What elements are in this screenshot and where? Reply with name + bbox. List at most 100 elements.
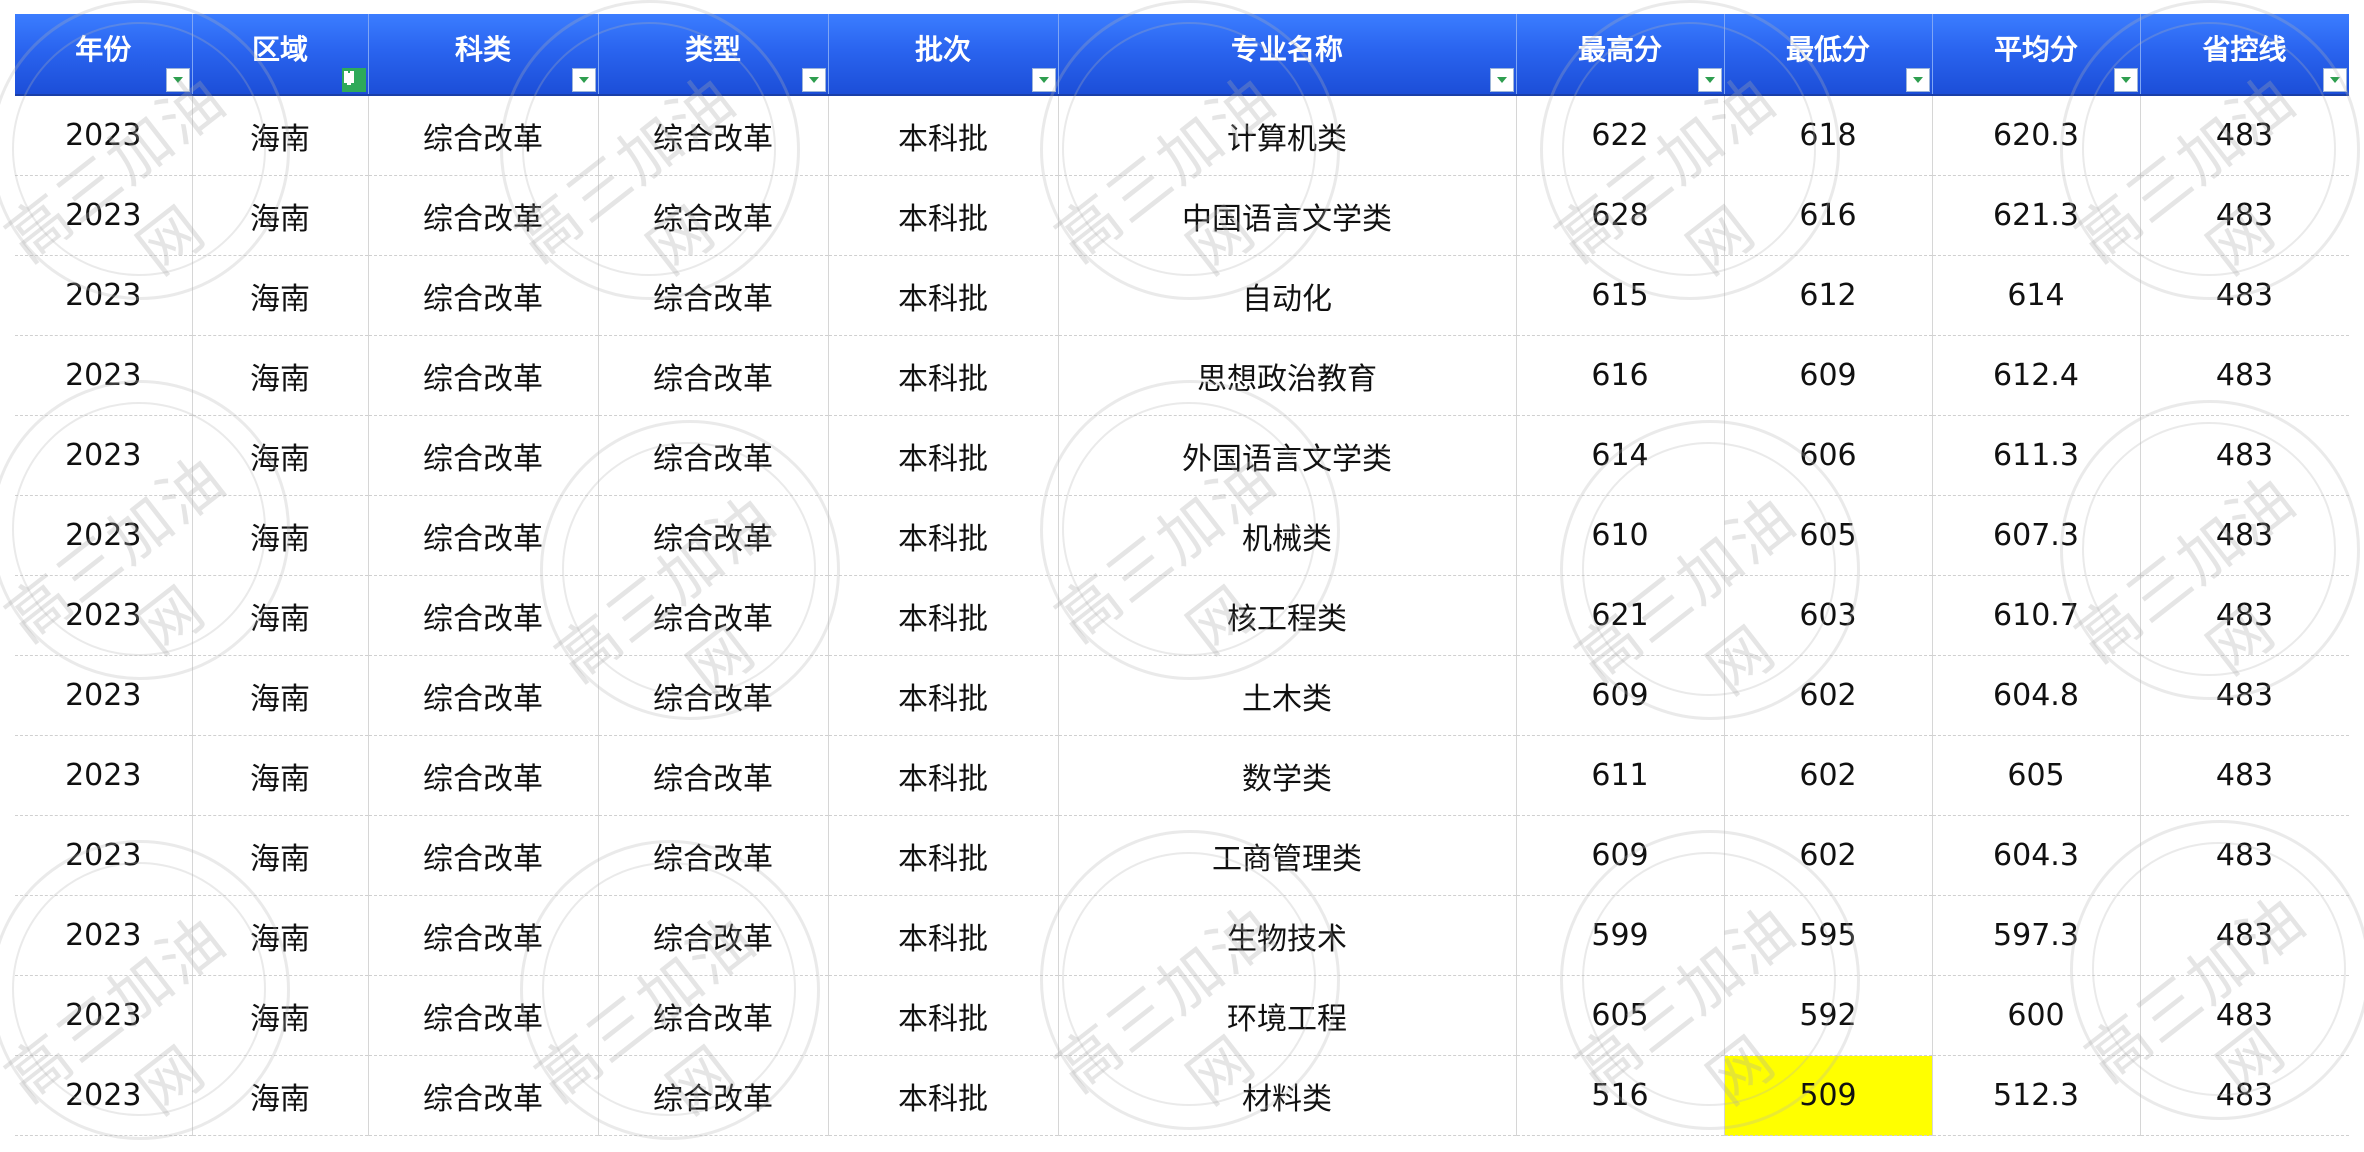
table-cell[interactable]: 海南	[192, 175, 369, 256]
table-cell[interactable]: 海南	[192, 735, 369, 816]
table-cell[interactable]: 483	[2140, 815, 2349, 896]
table-cell[interactable]: 综合改革	[598, 735, 829, 816]
table-cell[interactable]: 本科批	[828, 1055, 1059, 1136]
table-cell[interactable]: 2023	[15, 655, 193, 736]
table-cell[interactable]: 综合改革	[598, 495, 829, 576]
table-cell[interactable]: 2023	[15, 895, 193, 976]
table-cell[interactable]: 综合改革	[368, 495, 599, 576]
table-cell[interactable]: 综合改革	[598, 815, 829, 896]
table-cell[interactable]: 605	[1516, 975, 1725, 1056]
table-cell[interactable]: 本科批	[828, 975, 1059, 1056]
table-cell[interactable]: 本科批	[828, 495, 1059, 576]
table-cell[interactable]: 614	[1932, 255, 2141, 336]
table-cell[interactable]: 602	[1724, 655, 1933, 736]
filter-dropdown-icon[interactable]	[2322, 68, 2347, 92]
table-cell[interactable]: 综合改革	[598, 335, 829, 416]
table-cell[interactable]: 621	[1516, 575, 1725, 656]
table-cell[interactable]: 483	[2140, 175, 2349, 256]
table-cell[interactable]: 综合改革	[368, 655, 599, 736]
table-cell[interactable]: 615	[1516, 255, 1725, 336]
table-cell[interactable]: 海南	[192, 495, 369, 576]
table-cell[interactable]: 607.3	[1932, 495, 2141, 576]
table-cell[interactable]: 483	[2140, 1055, 2349, 1136]
table-cell[interactable]: 海南	[192, 335, 369, 416]
table-cell[interactable]: 609	[1724, 335, 1933, 416]
column-header-avg-score[interactable]: 平均分	[1932, 14, 2141, 96]
table-cell[interactable]: 综合改革	[368, 575, 599, 656]
filter-dropdown-icon[interactable]	[1905, 68, 1930, 92]
table-cell[interactable]: 环境工程	[1058, 975, 1517, 1056]
column-header-control-line[interactable]: 省控线	[2140, 14, 2349, 96]
table-cell[interactable]: 材料类	[1058, 1055, 1517, 1136]
table-cell[interactable]: 600	[1932, 975, 2141, 1056]
table-cell[interactable]: 本科批	[828, 255, 1059, 336]
table-cell[interactable]: 614	[1516, 415, 1725, 496]
table-cell[interactable]: 2023	[15, 335, 193, 416]
table-cell[interactable]: 本科批	[828, 415, 1059, 496]
table-cell[interactable]: 工商管理类	[1058, 815, 1517, 896]
table-cell[interactable]: 616	[1724, 175, 1933, 256]
table-cell[interactable]: 思想政治教育	[1058, 335, 1517, 416]
table-cell[interactable]: 本科批	[828, 335, 1059, 416]
table-cell[interactable]: 2023	[15, 255, 193, 336]
table-cell[interactable]: 海南	[192, 95, 369, 176]
table-cell[interactable]: 本科批	[828, 895, 1059, 976]
table-cell[interactable]: 606	[1724, 415, 1933, 496]
table-cell[interactable]: 616	[1516, 335, 1725, 416]
table-cell[interactable]: 本科批	[828, 95, 1059, 176]
table-cell[interactable]: 综合改革	[368, 975, 599, 1056]
table-cell[interactable]: 综合改革	[598, 975, 829, 1056]
table-cell[interactable]: 2023	[15, 175, 193, 256]
column-header-type[interactable]: 类型	[598, 14, 829, 96]
table-cell[interactable]: 620.3	[1932, 95, 2141, 176]
table-cell[interactable]: 512.3	[1932, 1055, 2141, 1136]
table-cell[interactable]: 612	[1724, 255, 1933, 336]
table-cell[interactable]: 612.4	[1932, 335, 2141, 416]
table-cell[interactable]: 2023	[15, 495, 193, 576]
table-cell[interactable]: 2023	[15, 1055, 193, 1136]
table-cell[interactable]: 外国语言文学类	[1058, 415, 1517, 496]
column-header-subject[interactable]: 科类	[368, 14, 599, 96]
table-cell[interactable]: 本科批	[828, 575, 1059, 656]
filter-active-icon[interactable]	[341, 68, 366, 92]
filter-dropdown-icon[interactable]	[1489, 68, 1514, 92]
table-cell[interactable]: 综合改革	[368, 415, 599, 496]
column-header-region[interactable]: 区域	[192, 14, 369, 96]
filter-dropdown-icon[interactable]	[801, 68, 826, 92]
filter-dropdown-icon[interactable]	[571, 68, 596, 92]
table-cell[interactable]: 综合改革	[368, 95, 599, 176]
table-cell[interactable]: 610.7	[1932, 575, 2141, 656]
table-cell[interactable]: 628	[1516, 175, 1725, 256]
filter-dropdown-icon[interactable]	[2113, 68, 2138, 92]
table-cell[interactable]: 592	[1724, 975, 1933, 1056]
table-cell[interactable]: 611.3	[1932, 415, 2141, 496]
table-cell[interactable]: 土木类	[1058, 655, 1517, 736]
table-cell[interactable]: 605	[1724, 495, 1933, 576]
highlighted-cell[interactable]: 509	[1724, 1055, 1933, 1136]
table-cell[interactable]: 综合改革	[598, 1055, 829, 1136]
table-cell[interactable]: 综合改革	[598, 255, 829, 336]
table-cell[interactable]: 483	[2140, 655, 2349, 736]
table-cell[interactable]: 602	[1724, 735, 1933, 816]
table-cell[interactable]: 609	[1516, 815, 1725, 896]
table-cell[interactable]: 海南	[192, 415, 369, 496]
column-header-max-score[interactable]: 最高分	[1516, 14, 1725, 96]
table-cell[interactable]: 本科批	[828, 655, 1059, 736]
table-cell[interactable]: 综合改革	[598, 895, 829, 976]
table-cell[interactable]: 483	[2140, 255, 2349, 336]
table-cell[interactable]: 海南	[192, 815, 369, 896]
table-cell[interactable]: 综合改革	[368, 735, 599, 816]
table-cell[interactable]: 综合改革	[598, 95, 829, 176]
table-cell[interactable]: 本科批	[828, 815, 1059, 896]
table-cell[interactable]: 602	[1724, 815, 1933, 896]
table-cell[interactable]: 2023	[15, 95, 193, 176]
table-cell[interactable]: 综合改革	[368, 895, 599, 976]
column-header-min-score[interactable]: 最低分	[1724, 14, 1933, 96]
table-cell[interactable]: 海南	[192, 655, 369, 736]
table-cell[interactable]: 2023	[15, 975, 193, 1056]
table-cell[interactable]: 海南	[192, 975, 369, 1056]
filter-dropdown-icon[interactable]	[165, 68, 190, 92]
table-cell[interactable]: 611	[1516, 735, 1725, 816]
table-cell[interactable]: 核工程类	[1058, 575, 1517, 656]
table-cell[interactable]: 海南	[192, 575, 369, 656]
